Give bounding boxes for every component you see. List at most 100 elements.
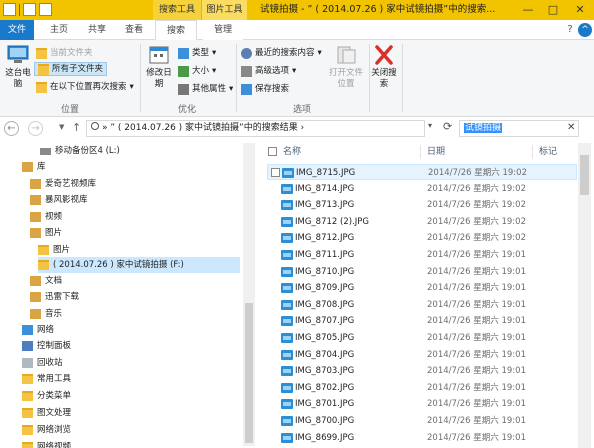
- column-header-date[interactable]: 日期: [427, 143, 527, 161]
- nav-item[interactable]: 迅雷下载: [30, 289, 79, 305]
- search-again-in-button[interactable]: 在以下位置再次搜索 ▾: [36, 80, 134, 94]
- nav-item[interactable]: 暴风影视库: [30, 192, 88, 208]
- nav-item[interactable]: 分类菜单: [22, 388, 71, 404]
- nav-item[interactable]: 音乐: [30, 306, 62, 322]
- help-icon[interactable]: ?: [563, 23, 577, 37]
- table-row[interactable]: IMG_8699.JPG 2014/7/26 星期六 19:01: [267, 430, 577, 446]
- this-pc-button[interactable]: 这台电脑: [4, 44, 32, 90]
- column-header-tags[interactable]: 标记: [539, 143, 574, 161]
- video-library-icon: [30, 179, 41, 189]
- nav-item[interactable]: 常用工具: [22, 371, 71, 387]
- table-row[interactable]: IMG_8705.JPG 2014/7/26 星期六 19:01: [267, 330, 577, 346]
- tab-home[interactable]: 主页: [42, 20, 76, 40]
- table-row[interactable]: IMG_8710.JPG 2014/7/26 星期六 19:01: [267, 264, 577, 280]
- nav-scrollbar-thumb[interactable]: [245, 303, 253, 443]
- file-name: IMG_8707.JPG: [295, 316, 355, 327]
- tab-manage[interactable]: 管理: [203, 20, 243, 40]
- kind-button[interactable]: 类型 ▾: [178, 46, 216, 60]
- recent-locations-chevron-icon[interactable]: ▼: [59, 123, 64, 131]
- column-divider[interactable]: [420, 145, 421, 159]
- tab-view[interactable]: 查看: [117, 20, 151, 40]
- collapse-ribbon-icon[interactable]: ^: [578, 23, 592, 37]
- properties-icon[interactable]: [23, 3, 36, 16]
- close-search-button[interactable]: 关闭搜索: [371, 44, 397, 90]
- back-button[interactable]: ←: [4, 121, 19, 136]
- other-properties-button[interactable]: 其他属性 ▾: [178, 82, 233, 96]
- current-folder-label: 当前文件夹: [50, 48, 93, 58]
- save-search-button[interactable]: 保存搜索: [241, 82, 289, 96]
- table-row[interactable]: IMG_8701.JPG 2014/7/26 星期六 19:01: [267, 396, 577, 412]
- table-row[interactable]: IMG_8700.JPG 2014/7/26 星期六 19:01: [267, 413, 577, 429]
- advanced-options-label: 高级选项: [255, 66, 290, 76]
- nav-item[interactable]: 视频: [30, 209, 62, 225]
- file-date: 2014/7/26 星期六 19:02: [427, 233, 526, 244]
- nav-item[interactable]: 网络: [22, 322, 54, 338]
- address-bar[interactable]: » ” ( 2014.07.26 ) 家中试镜拍摄”中的搜索结果 ›: [86, 120, 425, 137]
- file-date: 2014/7/26 星期六 19:01: [427, 416, 526, 426]
- jpg-file-icon: [281, 216, 293, 227]
- nav-item[interactable]: 库: [22, 159, 46, 175]
- chevron-down-icon: ▾: [317, 48, 322, 58]
- toolbar-separator: [19, 3, 20, 16]
- date-modified-button[interactable]: 修改日期: [144, 44, 174, 90]
- column-divider[interactable]: [532, 145, 533, 159]
- advanced-options-button[interactable]: 高级选项 ▾: [241, 64, 296, 78]
- app-icon[interactable]: [3, 3, 16, 16]
- close-button[interactable]: ✕: [572, 2, 588, 17]
- all-subfolders-button[interactable]: 所有子文件夹: [34, 62, 108, 76]
- file-list-scrollbar[interactable]: [578, 143, 591, 448]
- forward-button[interactable]: →: [28, 121, 43, 136]
- new-folder-icon[interactable]: [39, 3, 52, 16]
- search-input[interactable]: 试镜拍摄: [459, 120, 579, 137]
- address-dropdown-icon[interactable]: ▾: [428, 121, 432, 130]
- nav-item[interactable]: 网络浏览: [22, 422, 71, 438]
- refresh-icon[interactable]: ⟳: [443, 120, 452, 133]
- tab-share[interactable]: 共享: [80, 20, 114, 40]
- table-row[interactable]: IMG_8713.JPG 2014/7/26 星期六 19:02: [267, 197, 577, 213]
- nav-item[interactable]: ( 2014.07.26 ) 家中试镜拍摄 (F:): [38, 257, 240, 273]
- table-row[interactable]: IMG_8712.JPG 2014/7/26 星期六 19:02: [267, 230, 577, 246]
- nav-item[interactable]: 回收站: [22, 355, 63, 371]
- table-row[interactable]: IMG_8714.JPG 2014/7/26 星期六 19:02: [267, 181, 577, 197]
- nav-item[interactable]: 移动备份区4 (L:): [40, 143, 120, 159]
- table-row[interactable]: IMG_8708.JPG 2014/7/26 星期六 19:01: [267, 297, 577, 313]
- nav-item[interactable]: 爱奇艺视频库: [30, 176, 96, 192]
- nav-item[interactable]: 控制面板: [22, 338, 71, 354]
- table-row[interactable]: IMG_8702.JPG 2014/7/26 星期六 19:01: [267, 380, 577, 396]
- nav-scrollbar[interactable]: [243, 143, 255, 446]
- minimize-button[interactable]: —: [520, 2, 536, 17]
- recent-searches-button[interactable]: 最近的搜索内容 ▾: [241, 46, 322, 60]
- music-icon: [30, 309, 41, 319]
- select-all-checkbox[interactable]: [268, 147, 277, 156]
- address-bar-row: ← → ▼ ↑ » ” ( 2014.07.26 ) 家中试镜拍摄”中的搜索结果…: [0, 117, 594, 139]
- table-row[interactable]: IMG_8711.JPG 2014/7/26 星期六 19:01: [267, 247, 577, 263]
- open-file-location-button[interactable]: 打开文件位置: [326, 44, 366, 90]
- tab-file[interactable]: 文件: [0, 20, 34, 40]
- table-row[interactable]: IMG_8709.JPG 2014/7/26 星期六 19:01: [267, 280, 577, 296]
- table-row[interactable]: IMG_8703.JPG 2014/7/26 星期六 19:01: [267, 363, 577, 379]
- current-folder-button[interactable]: 当前文件夹: [36, 46, 93, 60]
- up-arrow-icon[interactable]: ↑: [72, 121, 81, 134]
- size-button[interactable]: 大小 ▾: [178, 64, 216, 78]
- nav-item[interactable]: 图片: [30, 225, 62, 241]
- nav-item-label: 图文处理: [37, 408, 72, 418]
- table-row[interactable]: IMG_8704.JPG 2014/7/26 星期六 19:01: [267, 347, 577, 363]
- file-list-scrollbar-thumb[interactable]: [580, 155, 589, 195]
- row-checkbox[interactable]: [271, 168, 280, 177]
- clear-search-icon[interactable]: ✕: [567, 122, 575, 133]
- nav-item[interactable]: 网络视频: [22, 439, 71, 448]
- table-row[interactable]: IMG_8712 (2).JPG 2014/7/26 星期六 19:02: [267, 214, 577, 230]
- nav-item[interactable]: 文档: [30, 273, 62, 289]
- nav-item[interactable]: 图文处理: [22, 405, 71, 421]
- file-date: 2014/7/26 星期六 19:02: [427, 200, 526, 211]
- table-row[interactable]: IMG_8715.JPG 2014/7/26 星期六 19:02: [267, 164, 577, 180]
- nav-item[interactable]: 图片: [38, 242, 70, 258]
- table-row[interactable]: IMG_8707.JPG 2014/7/26 星期六 19:01: [267, 313, 577, 329]
- maximize-button[interactable]: □: [545, 2, 561, 17]
- tab-search[interactable]: 搜索: [155, 20, 197, 41]
- file-name: IMG_8714.JPG: [295, 183, 355, 194]
- jpg-file-icon: [281, 250, 293, 260]
- file-name: IMG_8702.JPG: [295, 382, 355, 393]
- column-header-name[interactable]: 名称: [283, 143, 413, 161]
- file-date: 2014/7/26 星期六 19:02: [428, 168, 527, 178]
